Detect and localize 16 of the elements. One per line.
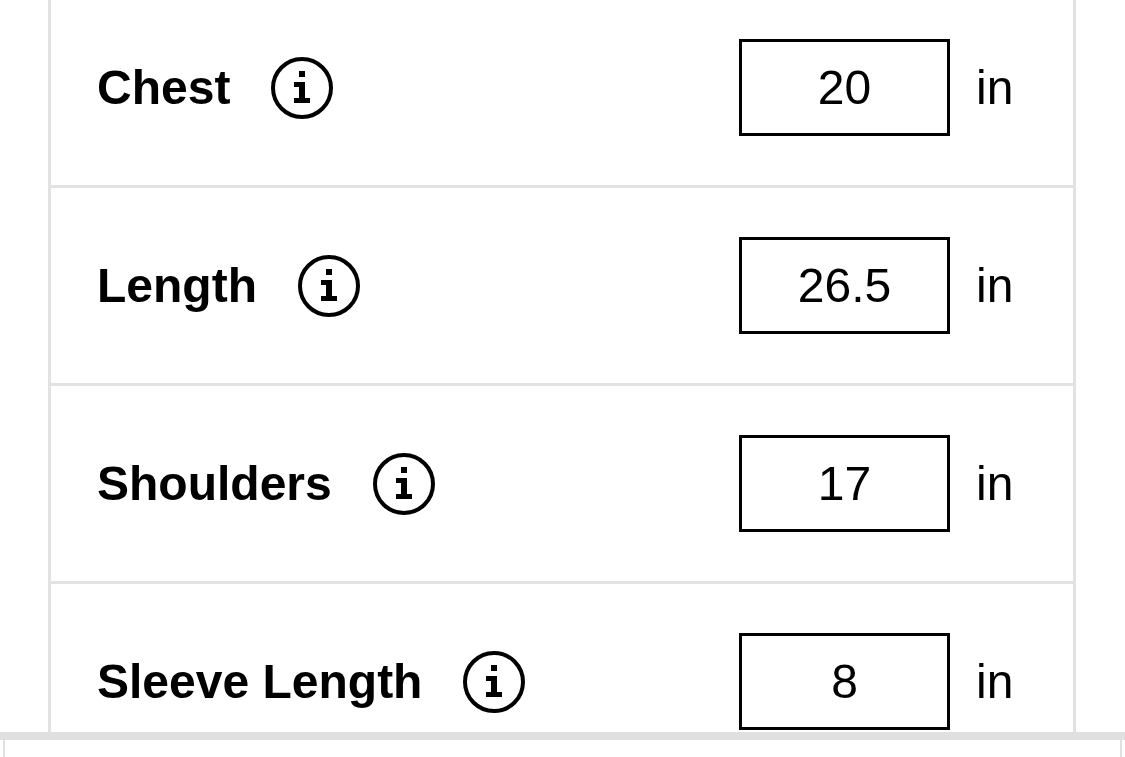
unit-label: in: [976, 63, 1013, 112]
measurement-input[interactable]: 8: [739, 633, 950, 730]
measurement-label: Sleeve Length: [97, 657, 423, 706]
info-icon[interactable]: [271, 56, 334, 119]
unit-label: in: [976, 261, 1013, 310]
info-icon[interactable]: [297, 254, 360, 317]
measurement-label: Shoulders: [97, 459, 332, 508]
measurement-label: Length: [97, 261, 257, 310]
measurement-input[interactable]: 20: [739, 39, 950, 136]
measurement-input[interactable]: 17: [739, 435, 950, 532]
info-icon[interactable]: [463, 650, 526, 713]
measurement-input[interactable]: 26.5: [739, 237, 950, 334]
unit-label: in: [976, 657, 1013, 706]
info-icon[interactable]: [372, 452, 435, 515]
measurement-label: Chest: [97, 63, 231, 112]
unit-label: in: [976, 459, 1013, 508]
